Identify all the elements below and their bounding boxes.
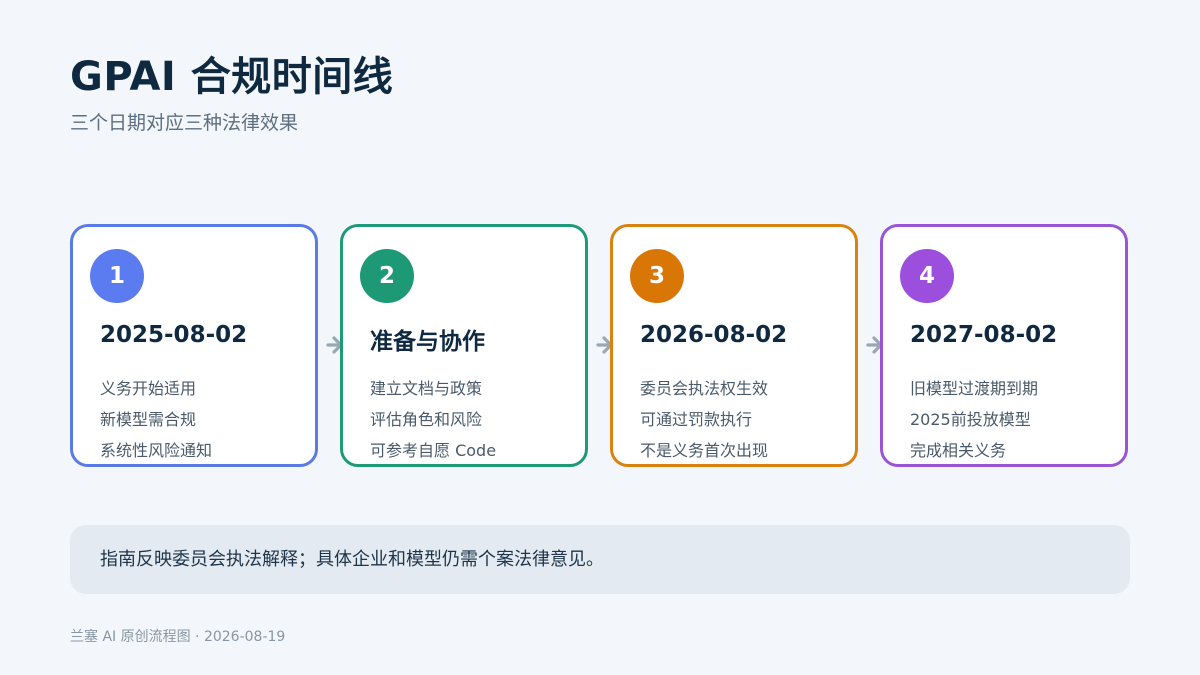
timeline-card-1: 1 2025-08-02 义务开始适用 新模型需合规 系统性风险通知 [70,224,318,467]
step-line: 新模型需合规 [100,410,197,429]
footer-credit: 兰塞 AI 原创流程图 · 2026-08-19 [70,629,286,645]
step-line: 义务开始适用 [100,379,197,398]
step-lines-3: 委员会执法权生效 可通过罚款执行 不是义务首次出现 [640,373,768,466]
timeline-card-3: 3 2026-08-02 委员会执法权生效 可通过罚款执行 不是义务首次出现 [610,224,858,467]
step-badge-3: 3 [630,249,684,303]
step-line: 建立文档与政策 [370,379,483,398]
timeline-card-4: 4 2027-08-02 旧模型过渡期到期 2025前投放模型 完成相关义务 [880,224,1128,467]
step-heading-2: 准备与协作 [370,329,485,355]
step-badge-1: 1 [90,249,144,303]
step-line: 评估角色和风险 [370,410,483,429]
page-subtitle: 三个日期对应三种法律效果 [70,112,299,134]
step-lines-1: 义务开始适用 新模型需合规 系统性风险通知 [100,373,212,466]
step-line: 2025前投放模型 [910,410,1031,429]
step-line: 委员会执法权生效 [640,379,769,398]
step-line: 可通过罚款执行 [640,410,753,429]
step-line: 可参考自愿 Code [370,441,497,460]
step-line: 旧模型过渡期到期 [910,379,1039,398]
step-line: 不是义务首次出现 [640,441,769,460]
step-heading-4: 2027-08-02 [910,322,1058,348]
step-lines-4: 旧模型过渡期到期 2025前投放模型 完成相关义务 [910,373,1038,466]
disclaimer-note: 指南反映委员会执法解释；具体企业和模型仍需个案法律意见。 [70,525,1130,594]
timeline-card-2: 2 准备与协作 建立文档与政策 评估角色和风险 可参考自愿 Code [340,224,588,467]
step-line: 完成相关义务 [910,441,1007,460]
step-heading-1: 2025-08-02 [100,322,248,348]
step-badge-4: 4 [900,249,954,303]
step-badge-2: 2 [360,249,414,303]
page-title: GPAI 合规时间线 [70,54,394,100]
step-lines-2: 建立文档与政策 评估角色和风险 可参考自愿 Code [370,373,496,466]
step-heading-3: 2026-08-02 [640,322,788,348]
step-line: 系统性风险通知 [100,441,213,460]
